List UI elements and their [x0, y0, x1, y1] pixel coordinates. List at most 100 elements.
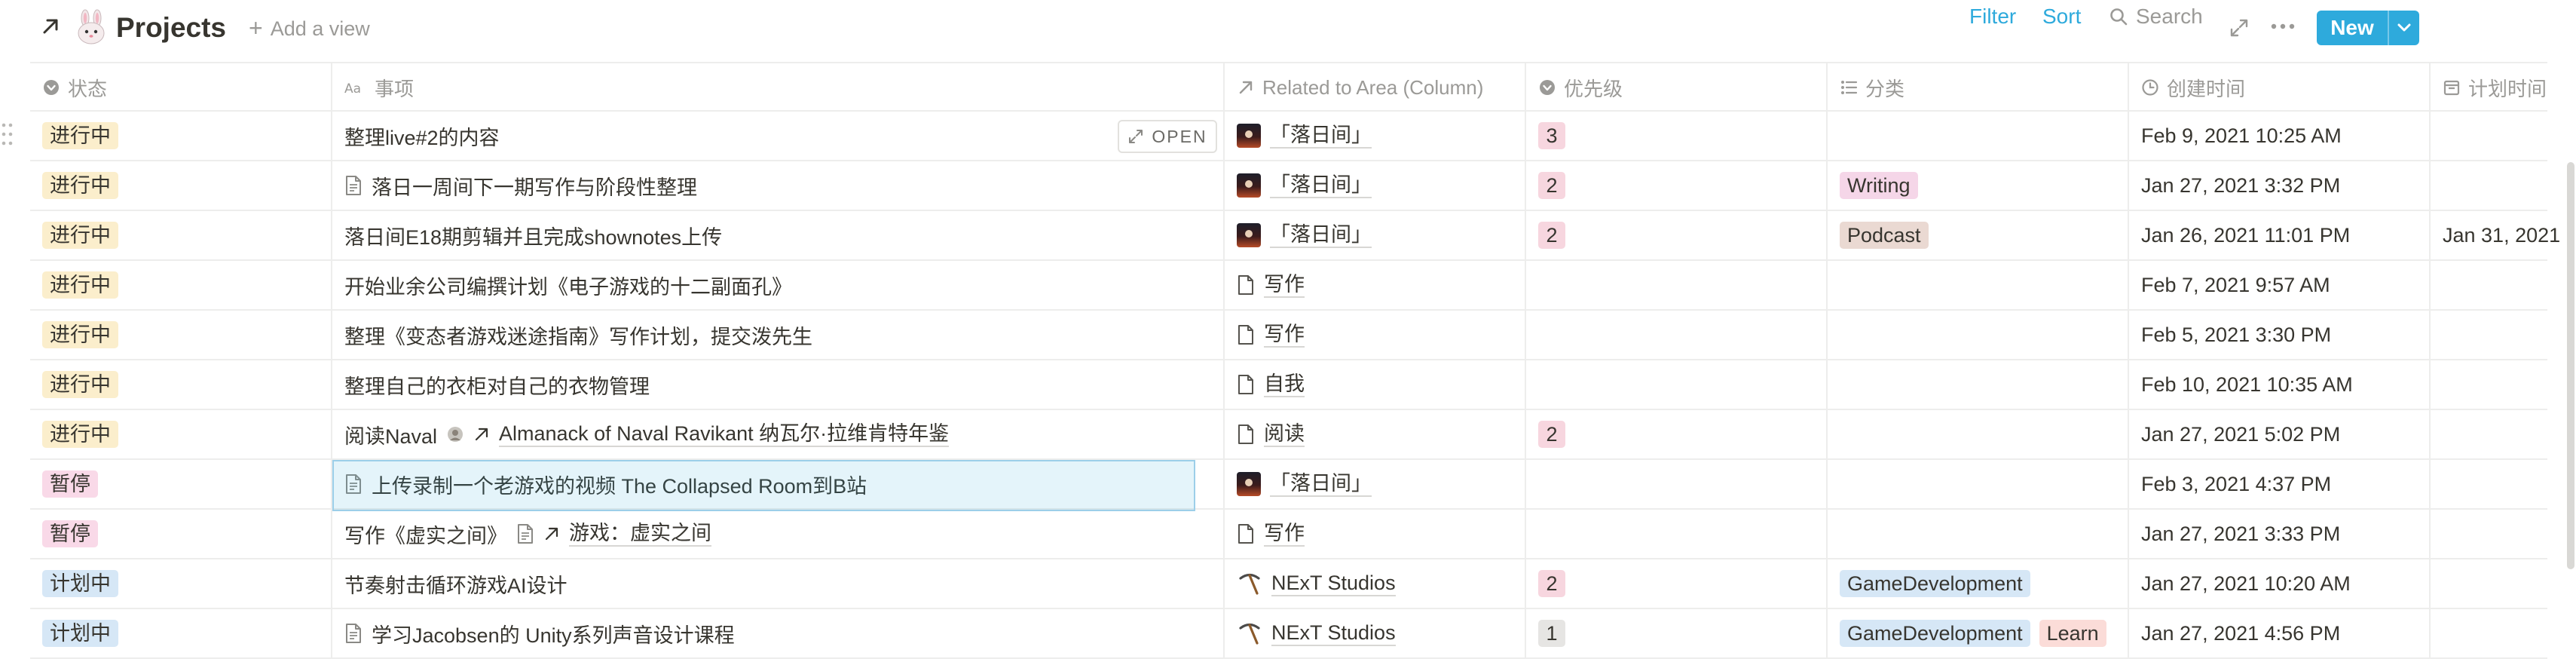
related-area-link[interactable]: 「落日间」	[1237, 471, 1372, 497]
priority-cell[interactable]: 2	[1526, 410, 1828, 458]
planned-time-cell[interactable]	[2431, 559, 2576, 608]
related-area-link[interactable]: 写作	[1237, 521, 1305, 547]
created-time-cell[interactable]: Jan 27, 2021 3:32 PM	[2129, 161, 2431, 210]
title-cell[interactable]: 开始业余公司编撰计划《电子游戏的十二副面孔》	[332, 261, 1225, 309]
created-time-cell[interactable]: Jan 27, 2021 4:56 PM	[2129, 609, 2431, 657]
related-area-link[interactable]: 写作	[1237, 272, 1305, 298]
planned-time-cell[interactable]	[2431, 311, 2576, 359]
search-button[interactable]: Search	[2109, 5, 2203, 29]
open-page-button[interactable]: OPEN	[1118, 120, 1217, 153]
created-time-cell[interactable]: Jan 27, 2021 10:20 AM	[2129, 559, 2431, 608]
category-cell[interactable]: Writing	[1828, 161, 2129, 210]
table-row[interactable]: 进行中 落日一周间下一期写作与阶段性整理 「落日间」 2 Writing Jan 27, …	[30, 161, 2547, 211]
priority-cell[interactable]	[1526, 510, 1828, 558]
table-row[interactable]: 进行中 开始业余公司编撰计划《电子游戏的十二副面孔》 写作 Feb 7, 2021 9…	[30, 261, 2547, 311]
related-area-link[interactable]: 「落日间」	[1237, 222, 1372, 248]
sort-button[interactable]: Sort	[2042, 5, 2081, 29]
planned-time-cell[interactable]	[2431, 261, 2576, 309]
related-area-link[interactable]: NExT Studios	[1237, 571, 1396, 596]
planned-time-cell[interactable]	[2431, 609, 2576, 657]
table-row[interactable]: 进行中 阅读Naval Almanack of Naval Ravikant 纳瓦尔…	[30, 410, 2547, 460]
related-area-link[interactable]: 「落日间」	[1237, 123, 1372, 149]
column-header-title[interactable]: Aa 事项	[332, 63, 1225, 112]
category-cell[interactable]	[1828, 112, 2129, 160]
priority-cell[interactable]	[1526, 311, 1828, 359]
title-cell[interactable]: 整理《变态者游戏迷途指南》写作计划，提交泼先生	[332, 311, 1225, 359]
title-cell[interactable]: 整理自己的衣柜对自己的衣物管理	[332, 360, 1225, 409]
related-area-cell[interactable]: 自我	[1225, 360, 1526, 409]
planned-time-cell[interactable]: Jan 31, 2021	[2431, 211, 2576, 259]
priority-cell[interactable]: 2	[1526, 161, 1828, 210]
status-cell[interactable]: 进行中	[30, 261, 332, 309]
category-cell[interactable]	[1828, 410, 2129, 458]
created-time-cell[interactable]: Feb 5, 2021 3:30 PM	[2129, 311, 2431, 359]
add-view-button[interactable]: + Add a view	[249, 14, 370, 44]
priority-cell[interactable]	[1526, 360, 1828, 409]
related-area-cell[interactable]: 阅读	[1225, 410, 1526, 458]
title-cell[interactable]: 落日间E18期剪辑并且完成shownotes上传	[332, 211, 1225, 259]
column-header-created-time[interactable]: 创建时间	[2129, 63, 2431, 112]
status-cell[interactable]: 暂停	[30, 460, 332, 508]
planned-time-cell[interactable]	[2431, 410, 2576, 458]
created-time-cell[interactable]: Feb 7, 2021 9:57 AM	[2129, 261, 2431, 309]
status-cell[interactable]: 进行中	[30, 161, 332, 210]
table-row[interactable]: 暂停 写作《虚实之间》 游戏：虚实之间 写作 Jan 27, 2021 3:33 PM	[30, 510, 2547, 559]
new-button[interactable]: New	[2317, 11, 2419, 45]
priority-cell[interactable]	[1526, 261, 1828, 309]
table-row[interactable]: 计划中 节奏射击循环游戏AI设计 NExT Studios 2 GameDevelopm…	[30, 559, 2547, 609]
drag-handle-icon[interactable]	[0, 121, 15, 148]
priority-cell[interactable]: 2	[1526, 559, 1828, 608]
status-cell[interactable]: 进行中	[30, 311, 332, 359]
item-title-link[interactable]: Almanack of Naval Ravikant 纳瓦尔·拉维肯特年鉴	[499, 421, 950, 447]
planned-time-cell[interactable]	[2431, 161, 2576, 210]
status-cell[interactable]: 进行中	[30, 112, 332, 160]
created-time-cell[interactable]: Jan 26, 2021 11:01 PM	[2129, 211, 2431, 259]
status-cell[interactable]: 进行中	[30, 211, 332, 259]
status-cell[interactable]: 进行中	[30, 360, 332, 409]
status-cell[interactable]: 计划中	[30, 609, 332, 657]
related-area-cell[interactable]: 「落日间」	[1225, 112, 1526, 160]
table-row[interactable]: 计划中 学习Jacobsen的 Unity系列声音设计课程 NExT Studios…	[30, 609, 2547, 659]
table-row[interactable]: 进行中 整理live#2的内容 OPEN 「落日间」 3 Feb 9, 2021 10:2…	[30, 112, 2547, 161]
related-area-cell[interactable]: NExT Studios	[1225, 559, 1526, 608]
column-header-related-area[interactable]: Related to Area (Column)	[1225, 63, 1526, 112]
related-area-link[interactable]: 写作	[1237, 322, 1305, 348]
related-area-cell[interactable]: 写作	[1225, 311, 1526, 359]
column-header-status[interactable]: 状态	[30, 63, 332, 112]
created-time-cell[interactable]: Feb 9, 2021 10:25 AM	[2129, 112, 2431, 160]
column-header-planned-time[interactable]: 计划时间	[2431, 63, 2576, 112]
related-area-link[interactable]: 阅读	[1237, 421, 1305, 447]
title-cell[interactable]: 阅读Naval Almanack of Naval Ravikant 纳瓦尔·拉维…	[332, 410, 1225, 458]
related-area-link[interactable]: 「落日间」	[1237, 173, 1372, 198]
related-area-cell[interactable]: 写作	[1225, 261, 1526, 309]
title-cell[interactable]: 整理live#2的内容	[332, 112, 1225, 160]
category-cell[interactable]: Podcast	[1828, 211, 2129, 259]
related-area-cell[interactable]: NExT Studios	[1225, 609, 1526, 657]
status-cell[interactable]: 计划中	[30, 559, 332, 608]
related-area-cell[interactable]: 写作	[1225, 510, 1526, 558]
planned-time-cell[interactable]	[2431, 510, 2576, 558]
created-time-cell[interactable]: Jan 27, 2021 3:33 PM	[2129, 510, 2431, 558]
planned-time-cell[interactable]	[2431, 112, 2576, 160]
status-cell[interactable]: 进行中	[30, 410, 332, 458]
category-cell[interactable]	[1828, 311, 2129, 359]
created-time-cell[interactable]: Jan 27, 2021 5:02 PM	[2129, 410, 2431, 458]
category-cell[interactable]	[1828, 510, 2129, 558]
related-area-cell[interactable]: 「落日间」	[1225, 161, 1526, 210]
open-as-page-arrow-icon[interactable]	[38, 14, 63, 39]
category-cell[interactable]	[1828, 460, 2129, 508]
vertical-scrollbar[interactable]	[2567, 162, 2574, 569]
title-cell[interactable]: 落日一周间下一期写作与阶段性整理	[332, 161, 1225, 210]
related-area-cell[interactable]: 「落日间」	[1225, 460, 1526, 508]
title-cell[interactable]: 学习Jacobsen的 Unity系列声音设计课程	[332, 609, 1225, 657]
title-cell[interactable]: 节奏射击循环游戏AI设计	[332, 559, 1225, 608]
created-time-cell[interactable]: Feb 10, 2021 10:35 AM	[2129, 360, 2431, 409]
category-cell[interactable]	[1828, 261, 2129, 309]
category-cell[interactable]: GameDevelopment Learn	[1828, 609, 2129, 657]
more-options-icon[interactable]	[2270, 21, 2296, 32]
priority-cell[interactable]: 1	[1526, 609, 1828, 657]
expand-icon[interactable]	[2229, 18, 2249, 38]
planned-time-cell[interactable]	[2431, 360, 2576, 409]
table-row[interactable]: 进行中 落日间E18期剪辑并且完成shownotes上传 「落日间」 2 Podcast…	[30, 211, 2560, 261]
category-cell[interactable]	[1828, 360, 2129, 409]
